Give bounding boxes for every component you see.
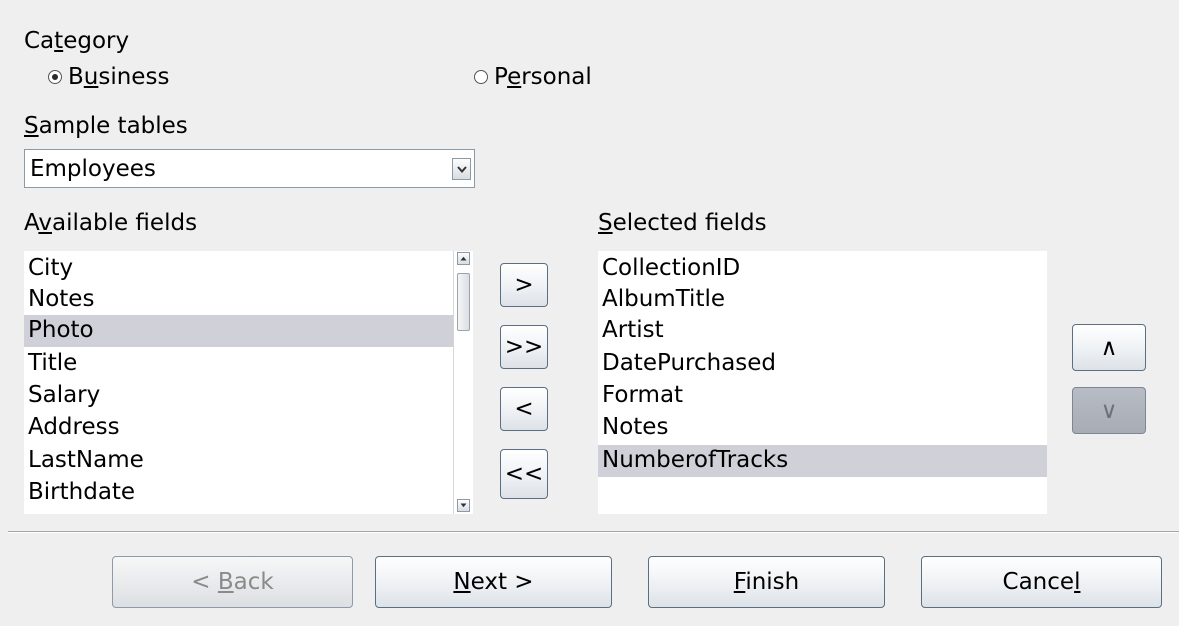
category-label: Category [24,28,130,54]
cancel-button[interactable]: Cancel [921,556,1162,608]
list-item-selected[interactable]: NumberofTracks [598,445,1047,477]
list-item[interactable]: Title [24,348,453,380]
list-item[interactable]: Salary [24,380,453,412]
list-item[interactable]: Notes [24,284,453,316]
list-item[interactable]: Notes [598,412,1047,444]
available-fields-list[interactable]: City Notes Photo Title Salary Address La… [24,251,453,514]
available-fields-label: Available fields [24,210,198,236]
radio-unchecked-icon [474,70,488,84]
sample-tables-value: Employees [30,156,156,182]
radio-personal[interactable]: Personal [474,63,592,91]
list-item[interactable]: Artist [598,315,1047,347]
list-item[interactable]: LastName [24,445,453,477]
back-button[interactable]: < Back [112,556,353,608]
cancel-button-label: Cancel [1002,569,1081,595]
chevron-up-icon: ∧ [1100,334,1118,361]
radio-personal-label: Personal [494,64,592,90]
radio-business-label: Business [68,64,170,90]
selected-fields-list[interactable]: CollectionID AlbumTitle Artist DatePurch… [598,251,1047,514]
chevron-down-icon: ∨ [1100,397,1118,424]
available-fields-scrollbar[interactable] [453,251,473,514]
list-item[interactable]: AlbumTitle [598,284,1047,316]
list-item[interactable]: Birthdate [24,477,453,509]
finish-button[interactable]: Finish [648,556,885,608]
list-item[interactable]: DatePurchased [598,348,1047,380]
sample-tables-dropdown[interactable]: Employees [24,149,475,188]
move-down-button[interactable]: ∨ [1072,387,1146,434]
scrollbar-thumb[interactable] [457,273,470,331]
radio-business[interactable]: Business [48,63,169,91]
chevron-down-icon[interactable] [452,158,471,180]
list-item[interactable]: CollectionID [598,253,1047,285]
list-item[interactable]: City [24,253,453,285]
next-button[interactable]: Next > [375,556,612,608]
move-up-button[interactable]: ∧ [1072,324,1146,371]
radio-checked-icon [48,70,62,84]
list-item[interactable]: Address [24,412,453,444]
selected-fields-label: Selected fields [598,210,767,236]
separator [8,531,1179,533]
add-all-fields-button[interactable]: >> [500,325,548,369]
scroll-down-icon[interactable] [457,499,470,512]
list-item-selected[interactable]: Photo [24,315,453,347]
finish-button-label: Finish [733,569,800,595]
scroll-up-icon[interactable] [457,252,470,265]
list-item[interactable]: Format [598,380,1047,412]
back-button-label: < Back [191,569,274,595]
remove-field-button[interactable]: < [500,387,548,431]
remove-all-fields-button[interactable]: << [500,449,548,499]
next-button-label: Next > [453,569,534,595]
add-field-button[interactable]: > [500,263,548,307]
sample-tables-label: Sample tables [24,113,188,139]
